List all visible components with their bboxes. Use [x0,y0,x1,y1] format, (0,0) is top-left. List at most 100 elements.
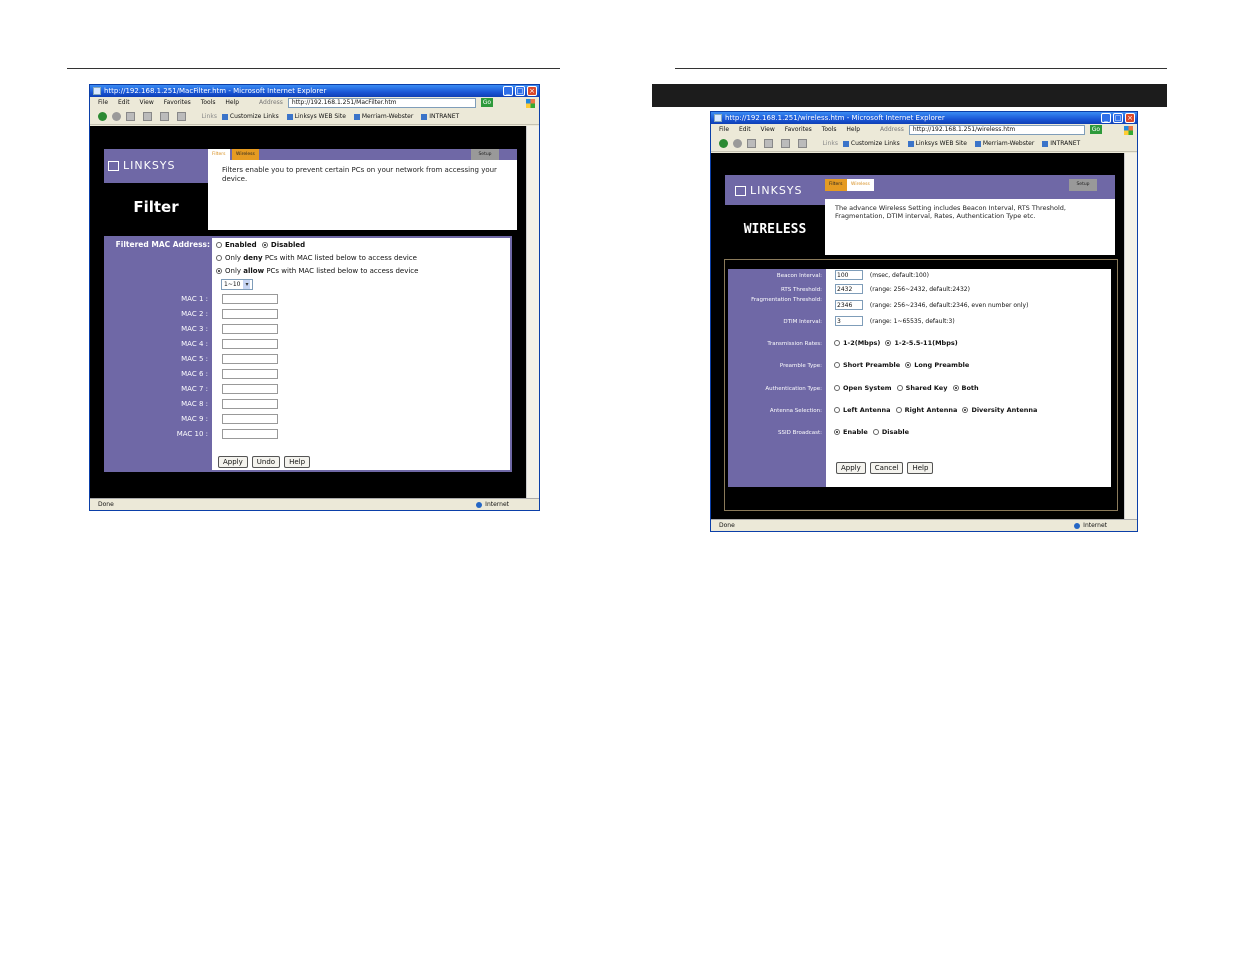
menu-file[interactable]: File [98,99,108,106]
long-preamble-radio[interactable] [905,362,912,368]
close-icon[interactable]: × [527,86,537,96]
page-title: WIRELESS [743,222,807,237]
back-icon[interactable] [98,112,107,121]
mac-10-input[interactable] [222,429,278,439]
frag-hint: (range: 256~2346, default:2346, even num… [869,301,1029,309]
mac-4-input[interactable] [222,339,278,349]
menu-view[interactable]: View [140,99,154,106]
ssid-enable-radio[interactable] [834,429,840,435]
link-customize[interactable]: Customize Links [221,113,279,120]
link-intranet[interactable]: INTRANET [421,113,459,120]
link-merriam[interactable]: Merriam-Webster [353,113,413,120]
mac-9-label: MAC 9 : [181,415,208,423]
menu-view[interactable]: View [761,126,775,133]
top-rule-left [67,68,560,69]
address-input[interactable]: http://192.168.1.251/MacFilter.htm [287,97,476,108]
right-antenna-radio[interactable] [895,407,902,413]
allow-radio[interactable] [216,268,222,274]
button-row: Apply Cancel Help [836,462,937,474]
menu-tools[interactable]: Tools [822,126,837,133]
enabled-radio[interactable] [216,242,222,248]
dtim-interval-input[interactable]: 3 [835,316,863,326]
go-button[interactable]: Go [480,98,494,107]
link-icon [221,113,228,120]
beacon-row: 100 (msec, default:100) [835,270,929,280]
diversity-antenna-radio[interactable] [962,407,969,413]
print-icon[interactable] [176,112,186,121]
minimize-icon[interactable]: _ [503,86,513,96]
menu-favorites[interactable]: Favorites [164,99,191,106]
mac-range-select[interactable]: 1~10 ▾ [221,279,254,290]
menu-help[interactable]: Help [225,99,239,106]
home-icon[interactable] [780,139,790,148]
go-button[interactable]: Go [1089,125,1103,134]
fragmentation-threshold-input[interactable]: 2346 [835,300,863,310]
window-title: http://192.168.1.251/MacFilter.htm - Mic… [104,87,327,95]
mac-7-input[interactable] [222,384,278,394]
beacon-interval-input[interactable]: 100 [835,270,863,280]
cancel-button[interactable]: Cancel [869,462,904,474]
open-system-radio[interactable] [834,385,840,391]
link-merriam[interactable]: Merriam-Webster [974,140,1034,147]
mac-6-input[interactable] [222,369,278,379]
dtim-interval-value: 3 [837,318,841,325]
link-intranet[interactable]: INTRANET [1042,140,1080,147]
auth-row: Open System Shared Key Both [834,384,979,392]
menu-edit[interactable]: Edit [118,99,130,106]
apply-button[interactable]: Apply [218,456,248,468]
vertical-scrollbar[interactable] [526,126,539,498]
link-customize[interactable]: Customize Links [842,140,900,147]
tab-setup[interactable]: Setup [1069,179,1097,191]
rate-1-2-radio[interactable] [834,340,840,346]
rts-threshold-input[interactable]: 2432 [835,284,863,294]
menu-help[interactable]: Help [846,126,860,133]
forward-icon[interactable] [732,139,742,148]
maximize-icon[interactable]: □ [515,86,525,96]
link-linksys[interactable]: Linksys WEB Site [286,113,346,120]
mac-5-input[interactable] [222,354,278,364]
stop-icon[interactable] [746,139,756,148]
forward-icon[interactable] [111,112,121,121]
deny-radio[interactable] [216,255,222,261]
mac-9-input[interactable] [222,414,278,424]
maximize-icon[interactable]: □ [1113,113,1123,123]
apply-button[interactable]: Apply [836,462,866,474]
mac-2-input[interactable] [222,309,278,319]
home-icon[interactable] [159,112,169,121]
tab-filters[interactable]: Filters [825,179,847,191]
minimize-icon[interactable]: _ [1101,113,1111,123]
ssid-disable-radio[interactable] [872,429,879,435]
refresh-icon[interactable] [763,139,773,148]
short-preamble-radio[interactable] [834,362,840,368]
window-title: http://192.168.1.251/wireless.htm - Micr… [725,114,945,122]
left-antenna-radio[interactable] [834,407,840,413]
menu-tools[interactable]: Tools [201,99,216,106]
shared-key-radio[interactable] [896,385,903,391]
rts-row: 2432 (range: 256~2432, default:2432) [835,284,970,294]
close-icon[interactable]: × [1125,113,1135,123]
vertical-scrollbar[interactable] [1124,153,1137,519]
menu-favorites[interactable]: Favorites [785,126,812,133]
link-linksys[interactable]: Linksys WEB Site [907,140,967,147]
print-icon[interactable] [797,139,807,148]
tab-wireless[interactable]: Wireless [847,179,874,191]
back-icon[interactable] [719,139,728,148]
help-button[interactable]: Help [284,456,311,468]
ie-icon [93,87,101,95]
menu-edit[interactable]: Edit [739,126,751,133]
both-radio[interactable] [952,385,959,391]
disabled-label: Disabled [270,241,306,249]
mac-8-input[interactable] [222,399,278,409]
stop-icon[interactable] [125,112,135,121]
mac-1-input[interactable] [222,294,278,304]
toolbar: Links Customize Links Linksys WEB Site M… [711,136,1137,152]
disabled-radio[interactable] [261,242,268,248]
help-button[interactable]: Help [907,462,934,474]
mac-3-input[interactable] [222,324,278,334]
address-input[interactable]: http://192.168.1.251/wireless.htm [908,124,1085,135]
menu-file[interactable]: File [719,126,729,133]
undo-button[interactable]: Undo [251,456,281,468]
refresh-icon[interactable] [142,112,152,121]
mac-10-label: MAC 10 : [176,430,208,438]
rate-all-radio[interactable] [885,340,892,346]
